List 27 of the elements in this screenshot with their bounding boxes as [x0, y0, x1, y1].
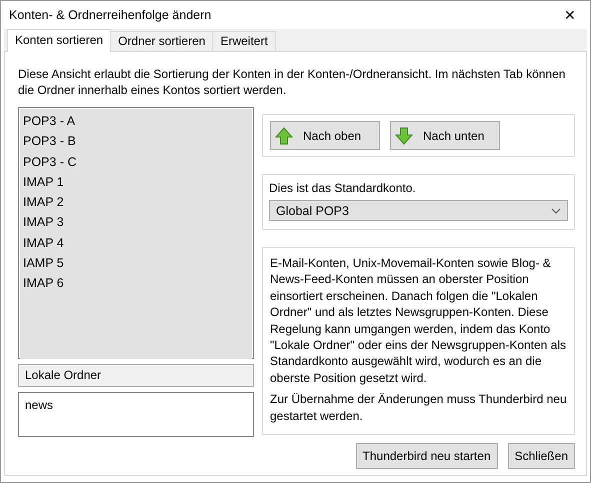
- info-text: E-Mail-Konten, Unix-Movemail-Konten sowie Blog- & News-Feed-Konten müssen an oberster Position einsortiert erscheinen. Danach folgen die "Lokalen Ordner" und als letztes Newsgruppen-Konten. Diese Regelung kann umgangen werden, indem das Konto "Lokale Ordner" oder eins der Newsgruppen-Konten als Standardkonto ausgewählt wird, wodurch es an die oberste Position gesetzt wird.: [270, 255, 567, 386]
- account-item[interactable]: IMAP 3: [20, 212, 252, 233]
- description-text: Diese Ansicht erlaubt die Sortierung der Konten in der Konten-/Ordneransicht. Im nächsten Tab können die Ordner innerhalb eines Kontos sortiert werden.: [18, 66, 566, 98]
- account-item[interactable]: IMAP 2: [20, 192, 252, 212]
- close-button[interactable]: ✕: [560, 7, 580, 23]
- account-item[interactable]: IAMP 5: [20, 253, 252, 274]
- dialog-button[interactable]: Schließen: [508, 443, 575, 469]
- move-up-button[interactable]: Nach oben: [270, 121, 380, 150]
- account-item[interactable]: IMAP 1: [20, 172, 252, 192]
- default-account-label: Dies ist das Standardkonto.: [269, 181, 417, 195]
- account-item[interactable]: IMAP 6: [20, 273, 252, 294]
- local-folders-item[interactable]: Lokale Ordner: [18, 364, 254, 387]
- account-item[interactable]: POP3 - B: [20, 131, 252, 152]
- window-title: Konten- & Ordnerreihenfolge ändern: [9, 8, 212, 22]
- arrow-down-icon: [395, 126, 413, 144]
- default-account-dropdown[interactable]: Global POP3: [269, 200, 568, 221]
- dialog-button[interactable]: Thunderbird neu starten: [356, 443, 498, 469]
- account-item[interactable]: POP3 - C: [20, 152, 252, 172]
- news-account-item[interactable]: news: [25, 398, 247, 412]
- info-text: Zur Übernahme der Änderungen muss Thunderbird neu gestartet werden.: [270, 391, 567, 424]
- move-down-button[interactable]: Nach unten: [390, 121, 500, 150]
- tab[interactable]: Konten sortieren: [7, 29, 112, 52]
- account-item[interactable]: IMAP 4: [20, 232, 252, 254]
- tab[interactable]: Erweitert: [212, 31, 276, 51]
- chevron-down-icon: [551, 208, 561, 214]
- account-item[interactable]: POP3 - A: [20, 111, 252, 132]
- arrow-up-icon: [275, 126, 293, 144]
